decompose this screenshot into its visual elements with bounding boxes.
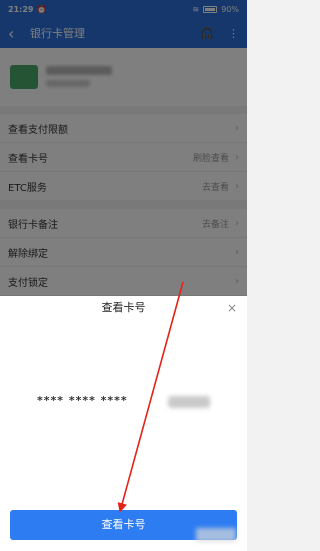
card-number-tail-blurred bbox=[168, 396, 210, 408]
card-number-sheet: 查看卡号 × **** **** **** 查看卡号 bbox=[0, 296, 247, 551]
watermark-blurred bbox=[196, 528, 236, 542]
close-icon[interactable]: × bbox=[227, 301, 237, 315]
modal-backdrop[interactable] bbox=[0, 0, 247, 296]
sheet-title: 查看卡号 bbox=[101, 301, 146, 314]
masked-card-number: **** **** **** bbox=[37, 394, 128, 407]
